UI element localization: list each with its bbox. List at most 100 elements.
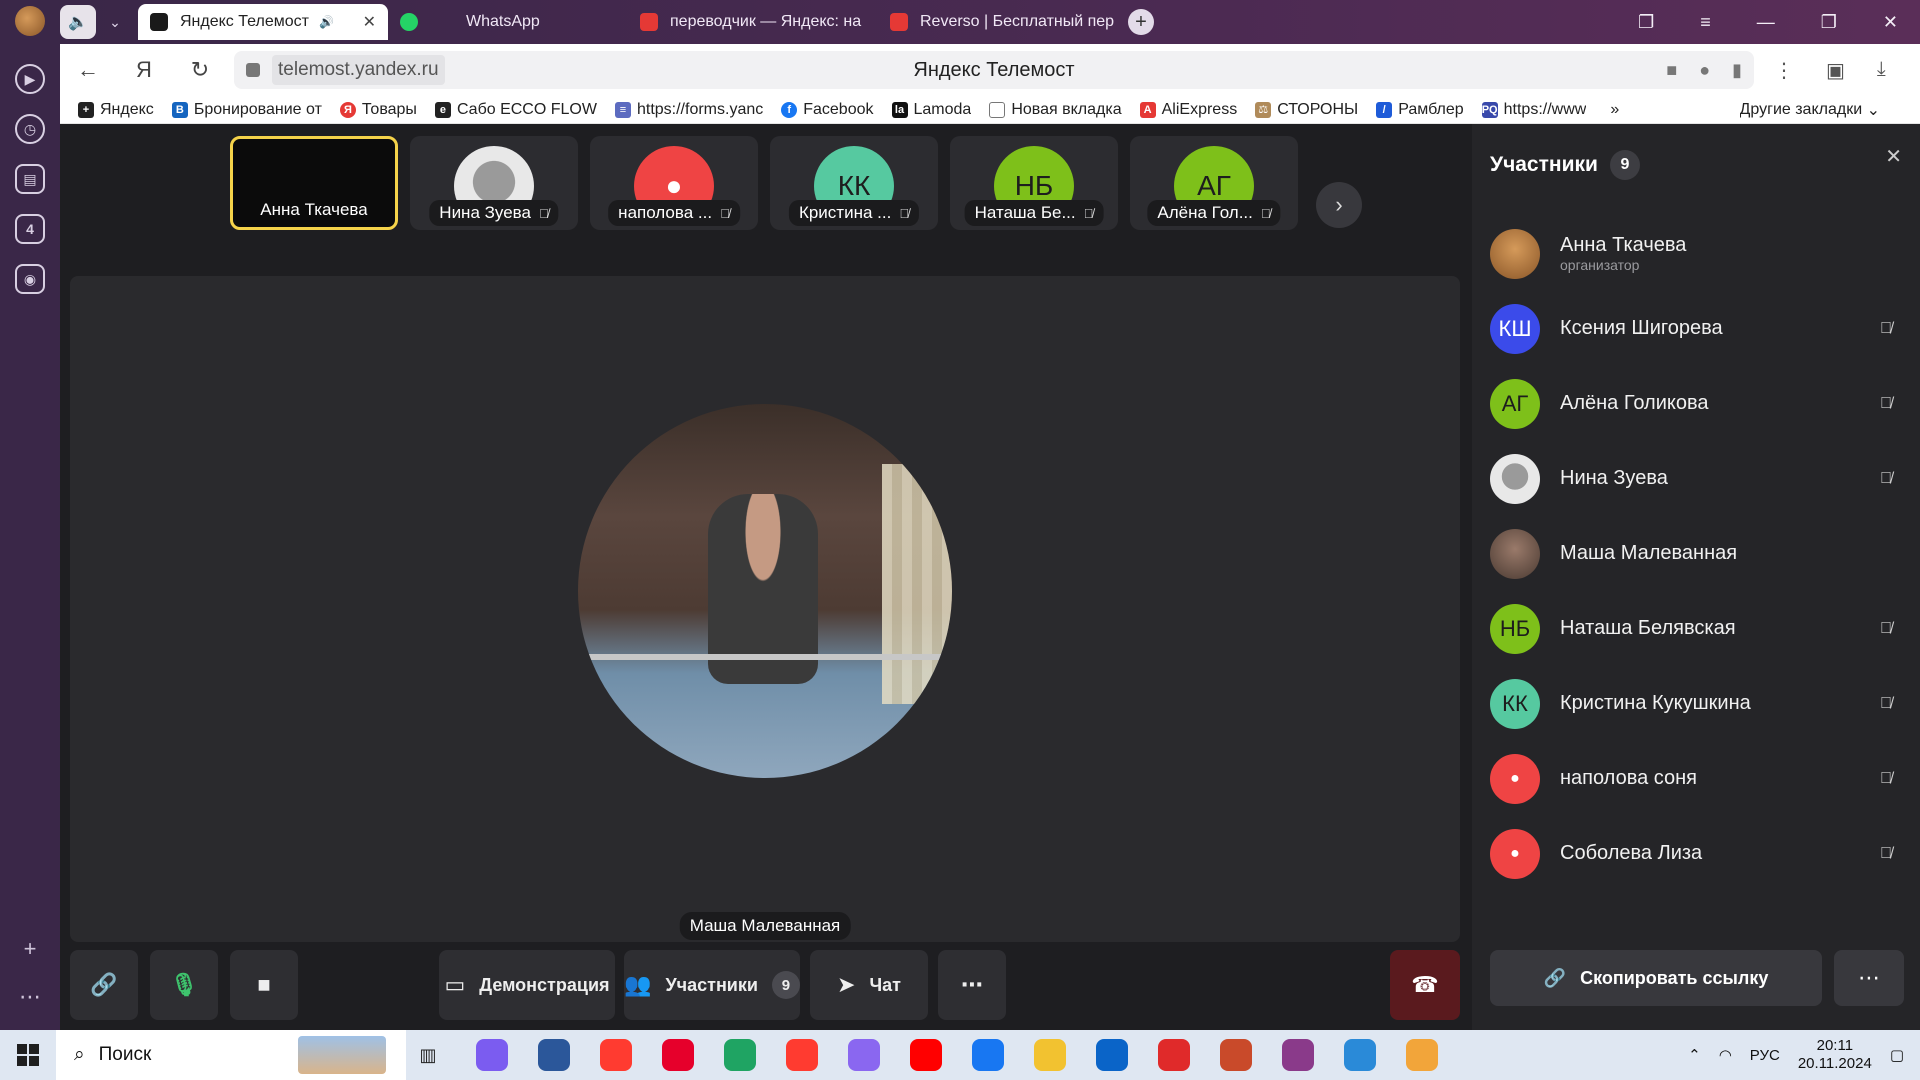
start-button[interactable] <box>0 1044 56 1066</box>
url-field[interactable]: telemost.yandex.ru Яндекс Телемост ■ ● ▮ <box>234 51 1754 89</box>
notifications-icon[interactable]: ▢ <box>1890 1046 1904 1064</box>
participant-thumb[interactable]: АГ Алёна Гол... 🎙̸ <box>1130 136 1298 230</box>
tab-sound-icon[interactable]: 🔊 <box>319 15 334 29</box>
clock[interactable]: 20:11 20.11.2024 <box>1798 1037 1872 1073</box>
tab-whatsapp[interactable]: WhatsApp <box>388 4 628 40</box>
tab-counter-icon[interactable]: 4 <box>15 214 45 244</box>
tab-translator[interactable]: переводчик — Яндекс: на <box>628 4 878 40</box>
tabs-icon[interactable]: ❐ <box>1638 12 1654 33</box>
copy-link-button[interactable]: 🔗 <box>70 950 138 1020</box>
opera-icon[interactable] <box>656 1033 700 1077</box>
winrar-icon[interactable] <box>1276 1033 1320 1077</box>
copy-link-button[interactable]: 🔗 Скопировать ссылку <box>1490 950 1822 1006</box>
participant-thumb[interactable]: Анна Ткачева <box>230 136 398 230</box>
task-view-icon[interactable]: ▥ <box>406 1033 450 1077</box>
bookmark-item[interactable]: A AliExpress <box>1139 101 1237 119</box>
lock-icon[interactable] <box>246 63 260 77</box>
chevron-down-icon[interactable]: ⌄ <box>100 5 130 39</box>
bookmark-item[interactable]: la Lamoda <box>891 101 971 119</box>
participant-row[interactable]: Нина Зуева 🎙̸ <box>1490 441 1900 516</box>
sound-icon[interactable]: 🔈 <box>60 5 96 39</box>
taskbar-search[interactable]: ⌕ Поиск <box>56 1030 406 1080</box>
chat-button[interactable]: ➤ Чат <box>810 950 928 1020</box>
participant-thumb[interactable]: КК Кристина ... 🎙̸ <box>770 136 938 230</box>
participant-thumb[interactable]: ● наполова ... 🎙̸ <box>590 136 758 230</box>
participant-row[interactable]: Анна Ткачева организатор <box>1490 216 1900 291</box>
minimize-icon[interactable]: — <box>1757 12 1775 33</box>
bookmark-item[interactable]: Новая вкладка <box>989 101 1122 119</box>
participant-row[interactable]: ● наполова соня 🎙̸ <box>1490 741 1900 816</box>
bookmark-item[interactable]: e Сабо ECCO FLOW <box>434 101 597 119</box>
participant-row[interactable]: НБ Наташа Белявская 🎙̸ <box>1490 591 1900 666</box>
new-tab-button[interactable]: + <box>1128 9 1154 35</box>
bookmark-item[interactable]: f Facebook <box>781 101 874 119</box>
bookmark-item[interactable]: + Яндекс <box>78 101 154 119</box>
chevron-right-icon[interactable]: › <box>1316 182 1362 228</box>
scales-icon: ⚖ <box>1255 101 1272 118</box>
close-icon[interactable]: ✕ <box>363 12 376 32</box>
more-vertical-icon[interactable]: ⋮ <box>1774 58 1794 83</box>
restore-icon[interactable]: ❐ <box>1821 12 1837 33</box>
network-icon[interactable]: ◠ <box>1719 1046 1732 1064</box>
extensions-icon[interactable]: ▣ <box>1826 58 1845 83</box>
facebook-icon[interactable] <box>966 1033 1010 1077</box>
edge-icon[interactable] <box>718 1033 762 1077</box>
alice-icon[interactable] <box>470 1033 514 1077</box>
bookmark-item[interactable]: PQ https://www <box>1481 101 1586 119</box>
participant-row[interactable]: КК Кристина Кукушкина 🎙̸ <box>1490 666 1900 741</box>
participant-thumb[interactable]: НБ Наташа Бе... 🎙̸ <box>950 136 1118 230</box>
profile-avatar[interactable] <box>15 6 45 36</box>
reload-icon[interactable]: ↻ <box>172 57 228 83</box>
participant-row[interactable]: КШ Ксения Шигорева 🎙̸ <box>1490 291 1900 366</box>
wps-icon[interactable] <box>1152 1033 1196 1077</box>
copilot-icon[interactable] <box>842 1033 886 1077</box>
bookmark-item[interactable]: ≡ https://forms.yanc <box>614 101 763 119</box>
participant-row[interactable]: Маша Малеванная <box>1490 516 1900 591</box>
yandex-browser-icon[interactable] <box>594 1033 638 1077</box>
other-bookmarks-button[interactable]: Другие закладки ⌄ <box>1740 100 1880 120</box>
yandex-logo-icon[interactable]: Я <box>116 57 172 83</box>
download-icon[interactable]: ⤓ <box>1877 58 1886 83</box>
outlook-icon[interactable] <box>1090 1033 1134 1077</box>
youtube-icon[interactable] <box>904 1033 948 1077</box>
mic-icon[interactable]: ● <box>1699 60 1710 81</box>
bookmarks-more-button[interactable]: » <box>1610 101 1619 119</box>
more-icon[interactable]: ⋯ <box>19 984 41 1010</box>
tab-telemost[interactable]: Яндекс Телемост 🔊 ✕ <box>138 4 388 40</box>
music-icon[interactable] <box>1400 1033 1444 1077</box>
history-icon[interactable]: ◷ <box>15 114 45 144</box>
explorer-icon[interactable] <box>1028 1033 1072 1077</box>
bookmark-item[interactable]: / Рамблер <box>1376 101 1464 119</box>
close-window-icon[interactable]: ✕ <box>1883 12 1898 33</box>
paint-icon[interactable] <box>1338 1033 1382 1077</box>
word-icon[interactable] <box>532 1033 576 1077</box>
participant-thumb[interactable]: Нина Зуева 🎙̸ <box>410 136 578 230</box>
mic-button[interactable]: 🎙 <box>150 950 218 1020</box>
bookmark-icon[interactable]: ▮ <box>1732 60 1742 81</box>
menu-icon[interactable]: ≡ <box>1700 12 1711 33</box>
url-text[interactable]: telemost.yandex.ru <box>272 55 445 85</box>
screenshot-icon[interactable]: ◉ <box>15 264 45 294</box>
camera-icon[interactable]: ■ <box>1666 60 1677 81</box>
participant-row[interactable]: АГ Алёна Голикова 🎙̸ <box>1490 366 1900 441</box>
bookmark-item[interactable]: Я Товары <box>339 101 417 119</box>
back-icon[interactable]: ← <box>60 57 116 83</box>
close-icon[interactable]: ✕ <box>1885 144 1902 169</box>
bookmark-item[interactable]: ⚖ СТОРОНЫ <box>1255 101 1358 119</box>
more-icon[interactable]: ⋯ <box>1834 950 1904 1006</box>
tab-reverso[interactable]: Reverso | Бесплатный пер <box>878 4 1114 40</box>
add-icon[interactable]: + <box>24 936 37 962</box>
bookmark-item[interactable]: B Бронирование от <box>171 101 322 119</box>
participant-row[interactable]: ● Соболева Лиза 🎙̸ <box>1490 816 1900 891</box>
yandex-icon[interactable] <box>780 1033 824 1077</box>
screen-share-button[interactable]: ▭ Демонстрация <box>439 950 615 1020</box>
camera-button[interactable]: ■ <box>230 950 298 1020</box>
collections-icon[interactable]: ▤ <box>15 164 45 194</box>
more-button[interactable]: ⋯ <box>938 950 1006 1020</box>
participants-button[interactable]: 👥 Участники 9 <box>624 950 800 1020</box>
play-icon[interactable]: ▶ <box>15 64 45 94</box>
language-indicator[interactable]: РУС <box>1750 1047 1780 1064</box>
pdf-icon[interactable] <box>1214 1033 1258 1077</box>
hangup-button[interactable]: ☎ <box>1390 950 1460 1020</box>
chevron-up-icon[interactable]: ⌃ <box>1688 1046 1701 1064</box>
